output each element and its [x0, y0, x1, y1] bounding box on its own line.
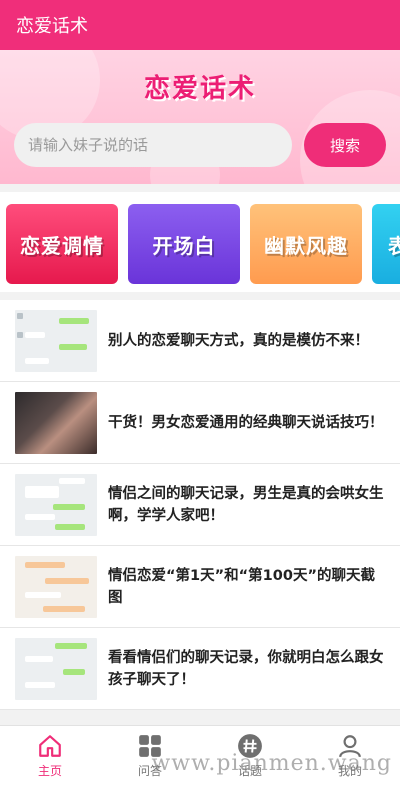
article-thumbnail: [15, 555, 97, 618]
nav-home[interactable]: 主页: [0, 726, 100, 786]
article-title: 情侣之间的聊天记录，男生是真的会哄女生啊，学学人家吧！: [108, 485, 384, 524]
list-item[interactable]: 看看情侣们的聊天记录，你就明白怎么跟女孩子聊天了！: [0, 628, 400, 710]
app-bar: 恋爱话术: [0, 0, 400, 50]
category-opening-lines[interactable]: 开场白: [128, 204, 240, 284]
search-button[interactable]: 搜索: [304, 123, 386, 167]
article-thumbnail: [15, 391, 97, 454]
hero-banner: 恋爱话术 搜索: [0, 50, 400, 184]
hero-title: 恋爱话术: [143, 74, 256, 104]
category-carousel[interactable]: 恋爱调情 开场白 幽默风趣 表: [0, 192, 400, 292]
article-title: 干货！男女恋爱通用的经典聊天说话技巧！: [108, 414, 384, 431]
search-input[interactable]: [14, 123, 292, 167]
article-title: 别人的恋爱聊天方式，真的是模仿不来！: [108, 332, 369, 349]
search-bar: 搜索: [14, 123, 386, 167]
app-title: 恋爱话术: [16, 16, 88, 37]
list-item[interactable]: 干货！男女恋爱通用的经典聊天说话技巧！: [0, 382, 400, 464]
list-item[interactable]: 别人的恋爱聊天方式，真的是模仿不来！: [0, 300, 400, 382]
list-item[interactable]: 情侣恋爱“第1天”和“第100天”的聊天截图: [0, 546, 400, 628]
list-item[interactable]: 情侣之间的聊天记录，男生是真的会哄女生啊，学学人家吧！: [0, 464, 400, 546]
category-partial[interactable]: 表: [372, 204, 400, 284]
article-thumbnail: [15, 473, 97, 536]
article-list: 别人的恋爱聊天方式，真的是模仿不来！ 干货！男女恋爱通用的经典聊天说话技巧！ 情…: [0, 300, 400, 710]
category-flirting[interactable]: 恋爱调情: [6, 204, 118, 284]
article-title: 看看情侣们的聊天记录，你就明白怎么跟女孩子聊天了！: [108, 649, 384, 688]
watermark: www.pianmen.wang: [151, 751, 392, 776]
category-humor[interactable]: 幽默风趣: [250, 204, 362, 284]
nav-label: 主页: [37, 764, 62, 778]
article-thumbnail: [15, 637, 97, 700]
article-title: 情侣恋爱“第1天”和“第100天”的聊天截图: [108, 567, 375, 606]
home-icon: [39, 735, 61, 757]
article-thumbnail: [15, 309, 97, 372]
